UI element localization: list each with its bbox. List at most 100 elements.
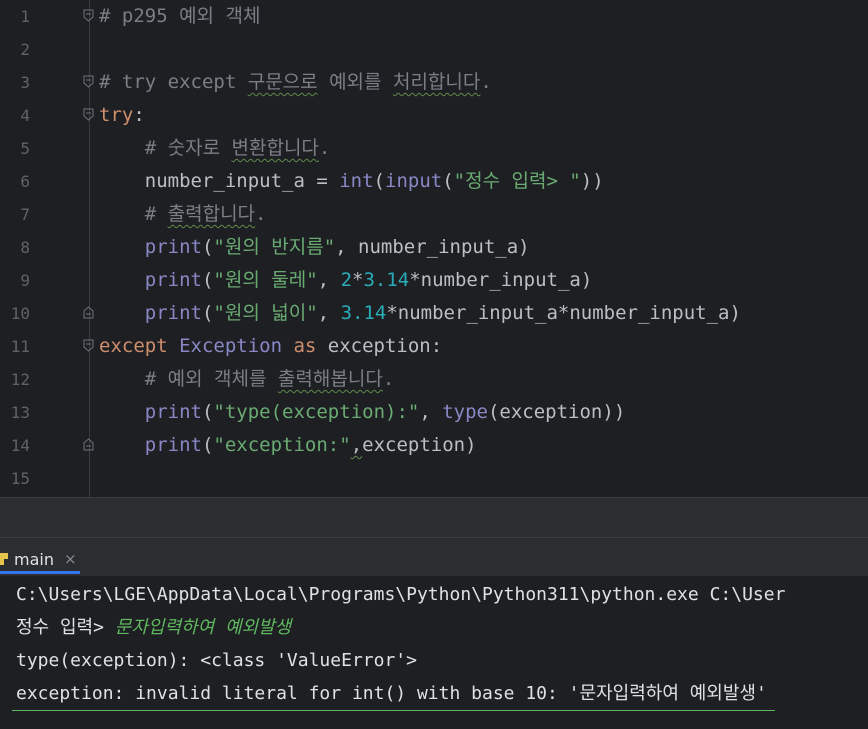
- code-line[interactable]: 7 # 출력합니다.: [0, 198, 868, 231]
- code-text: print("exception:",exception): [99, 429, 477, 462]
- code-token: print: [144, 302, 202, 324]
- console-type-line: type(exception): <class 'ValueError'>: [16, 650, 417, 671]
- code-line[interactable]: 3 # try except 구문으로 예외를 처리합니다.: [0, 66, 868, 99]
- code-token: ,: [317, 269, 341, 291]
- code-text: except Exception as exception:: [99, 330, 442, 363]
- line-number: 1: [20, 7, 30, 26]
- line-number: 15: [10, 469, 30, 488]
- code-token: "원의 넓이": [213, 302, 318, 324]
- code-token: try: [99, 104, 134, 126]
- line-number: 14: [10, 436, 30, 455]
- code-text: # p295 예외 객체: [99, 0, 260, 33]
- code-text: print("원의 둘레", 2*3.14*number_input_a): [99, 264, 593, 297]
- code-token: type: [442, 401, 488, 423]
- line-number: 11: [10, 337, 30, 356]
- code-token: "type(exception):": [213, 401, 420, 423]
- code-token: print: [144, 269, 202, 291]
- code-token: number_input_a =: [99, 170, 340, 192]
- code-text: # 숫자로 변환합니다.: [99, 132, 331, 165]
- code-line[interactable]: 6 number_input_a = int(input("정수 입력> ")): [0, 165, 868, 198]
- code-token: .: [480, 71, 492, 93]
- run-tool-window-tabbar: main ×: [0, 537, 868, 577]
- code-token: 3.14: [340, 302, 387, 324]
- code-token: ,: [317, 302, 341, 324]
- line-number: 12: [10, 370, 30, 389]
- code-token: 변환합니다: [231, 137, 319, 159]
- code-token: )): [580, 170, 604, 192]
- tab-main[interactable]: main ×: [0, 546, 77, 572]
- code-text: number_input_a = int(input("정수 입력> ")): [99, 165, 604, 198]
- code-line[interactable]: 1 # p295 예외 객체: [0, 0, 868, 33]
- code-token: exception): [362, 434, 477, 456]
- code-token: 2: [340, 269, 353, 291]
- line-number: 2: [20, 40, 30, 59]
- code-text: # 예외 객체를 출력해봅니다.: [99, 363, 395, 396]
- code-line[interactable]: 5 # 숫자로 변환합니다.: [0, 132, 868, 165]
- code-token: (: [201, 434, 214, 456]
- code-line[interactable]: 8 print("원의 반지름", number_input_a): [0, 231, 868, 264]
- fold-close-icon[interactable]: [83, 438, 94, 451]
- code-token: #: [99, 203, 168, 225]
- code-text: # 출력합니다.: [99, 198, 267, 231]
- python-run-icon: [0, 553, 8, 565]
- code-token: .: [318, 137, 331, 159]
- code-token: 구문으로: [247, 71, 318, 93]
- fold-open-icon[interactable]: [83, 108, 94, 121]
- line-number: 13: [10, 403, 30, 422]
- fold-open-icon[interactable]: [83, 75, 94, 88]
- code-token: (: [201, 269, 214, 291]
- code-token: 출력해봅니다: [277, 368, 383, 390]
- code-token: # p295 예외 객체: [99, 5, 261, 27]
- code-token: as: [282, 335, 328, 357]
- code-text: print("type(exception):", type(exception…: [99, 396, 626, 429]
- code-token: (exception)): [487, 401, 626, 423]
- code-line[interactable]: 10 print("원의 넓이", 3.14*number_input_a*nu…: [0, 297, 868, 330]
- code-line[interactable]: 13 print("type(exception):", type(except…: [0, 396, 868, 429]
- code-token: print: [144, 434, 202, 456]
- code-token: except: [99, 335, 180, 357]
- tab-main-label: main: [14, 549, 54, 569]
- code-token: *number_input_a*number_input_a): [386, 302, 741, 324]
- code-token: input: [385, 170, 443, 192]
- code-token: 3.14: [363, 269, 410, 291]
- line-number: 7: [20, 205, 30, 224]
- run-console[interactable]: C:\Users\LGE\AppData\Local\Programs\Pyth…: [0, 576, 868, 729]
- code-line[interactable]: 12 # 예외 객체를 출력해봅니다.: [0, 363, 868, 396]
- code-token: "원의 둘레": [213, 269, 318, 291]
- code-line[interactable]: 2: [0, 33, 868, 66]
- fold-close-icon[interactable]: [83, 306, 94, 319]
- code-token: *number_input_a): [409, 269, 593, 291]
- fold-open-icon[interactable]: [83, 339, 94, 352]
- console-user-input: 문자입력하여 예외발생: [114, 617, 292, 638]
- code-editor[interactable]: 1 # p295 예외 객체 2 3 # try except 구문으로 예외를 처리합…: [0, 0, 868, 497]
- code-line[interactable]: 11 except Exception as exception:: [0, 330, 868, 363]
- code-token: (: [201, 302, 214, 324]
- close-icon[interactable]: ×: [64, 550, 77, 568]
- line-number: 4: [20, 106, 30, 125]
- code-token: (: [201, 236, 214, 258]
- line-number: 3: [20, 73, 30, 92]
- code-text: print("원의 반지름", number_input_a): [99, 231, 530, 264]
- code-token: Exception: [179, 335, 283, 357]
- code-line[interactable]: 14 print("exception:",exception): [0, 429, 868, 462]
- code-token: ,: [350, 434, 363, 456]
- code-token: :: [133, 104, 145, 126]
- code-line[interactable]: 4 try:: [0, 99, 868, 132]
- line-number: 6: [20, 172, 30, 191]
- code-token: print: [144, 401, 202, 423]
- code-token: ,: [419, 401, 443, 423]
- fold-open-icon[interactable]: [83, 9, 94, 22]
- console-error-line: exception: invalid literal for int() wit…: [12, 677, 775, 711]
- code-token: (: [201, 401, 214, 423]
- code-text: try:: [99, 99, 145, 132]
- code-token: print: [144, 236, 202, 258]
- line-number: 8: [20, 238, 30, 257]
- code-line[interactable]: 15: [0, 462, 868, 495]
- code-token: "정수 입력> ": [453, 170, 581, 192]
- console-prompt: 정수 입력>: [16, 617, 115, 638]
- code-line[interactable]: 9 print("원의 둘레", 2*3.14*number_input_a): [0, 264, 868, 297]
- code-token: "원의 반지름": [213, 236, 336, 258]
